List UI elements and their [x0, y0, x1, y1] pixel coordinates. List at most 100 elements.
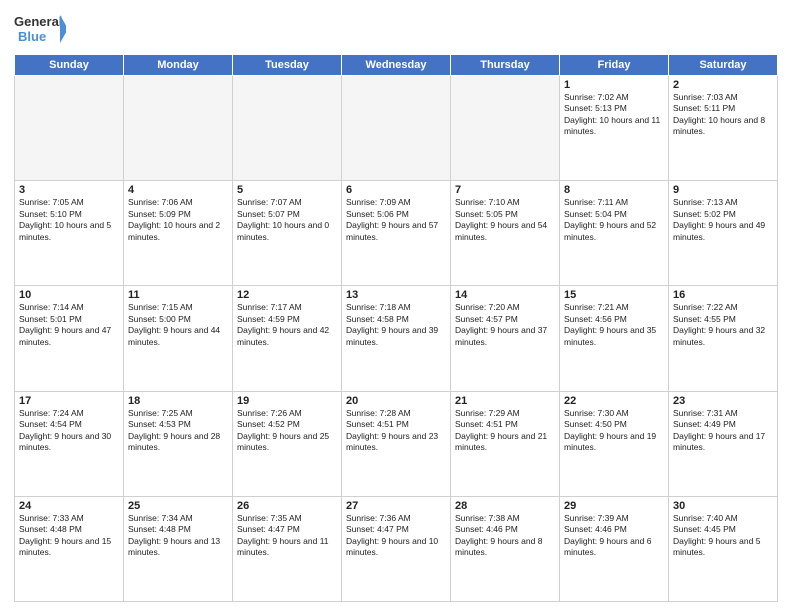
calendar-week-1: 1Sunrise: 7:02 AM Sunset: 5:13 PM Daylig…: [15, 76, 778, 181]
calendar-cell: 7Sunrise: 7:10 AM Sunset: 5:05 PM Daylig…: [451, 181, 560, 286]
day-number: 30: [673, 500, 773, 512]
day-info: Sunrise: 7:06 AM Sunset: 5:09 PM Dayligh…: [128, 197, 228, 243]
weekday-header-thursday: Thursday: [451, 55, 560, 76]
calendar-cell: 15Sunrise: 7:21 AM Sunset: 4:56 PM Dayli…: [560, 286, 669, 391]
day-number: 12: [237, 289, 337, 301]
day-info: Sunrise: 7:18 AM Sunset: 4:58 PM Dayligh…: [346, 302, 446, 348]
calendar-cell: 11Sunrise: 7:15 AM Sunset: 5:00 PM Dayli…: [124, 286, 233, 391]
day-number: 10: [19, 289, 119, 301]
day-info: Sunrise: 7:39 AM Sunset: 4:46 PM Dayligh…: [564, 513, 664, 559]
calendar-cell: 27Sunrise: 7:36 AM Sunset: 4:47 PM Dayli…: [342, 496, 451, 601]
day-number: 2: [673, 79, 773, 91]
day-info: Sunrise: 7:31 AM Sunset: 4:49 PM Dayligh…: [673, 408, 773, 454]
day-number: 9: [673, 184, 773, 196]
weekday-header-row: SundayMondayTuesdayWednesdayThursdayFrid…: [15, 55, 778, 76]
day-number: 1: [564, 79, 664, 91]
calendar-cell: 22Sunrise: 7:30 AM Sunset: 4:50 PM Dayli…: [560, 391, 669, 496]
weekday-header-monday: Monday: [124, 55, 233, 76]
day-info: Sunrise: 7:34 AM Sunset: 4:48 PM Dayligh…: [128, 513, 228, 559]
header: General Blue: [14, 10, 778, 48]
day-info: Sunrise: 7:28 AM Sunset: 4:51 PM Dayligh…: [346, 408, 446, 454]
day-number: 7: [455, 184, 555, 196]
calendar-cell: 9Sunrise: 7:13 AM Sunset: 5:02 PM Daylig…: [669, 181, 778, 286]
calendar-table: SundayMondayTuesdayWednesdayThursdayFrid…: [14, 54, 778, 602]
calendar-cell: 29Sunrise: 7:39 AM Sunset: 4:46 PM Dayli…: [560, 496, 669, 601]
calendar-cell: 23Sunrise: 7:31 AM Sunset: 4:49 PM Dayli…: [669, 391, 778, 496]
day-info: Sunrise: 7:02 AM Sunset: 5:13 PM Dayligh…: [564, 92, 664, 138]
day-info: Sunrise: 7:13 AM Sunset: 5:02 PM Dayligh…: [673, 197, 773, 243]
calendar-cell: 16Sunrise: 7:22 AM Sunset: 4:55 PM Dayli…: [669, 286, 778, 391]
day-number: 25: [128, 500, 228, 512]
day-number: 3: [19, 184, 119, 196]
weekday-header-friday: Friday: [560, 55, 669, 76]
svg-text:General: General: [14, 14, 62, 29]
calendar-cell: 28Sunrise: 7:38 AM Sunset: 4:46 PM Dayli…: [451, 496, 560, 601]
calendar-week-4: 17Sunrise: 7:24 AM Sunset: 4:54 PM Dayli…: [15, 391, 778, 496]
logo-area: General Blue: [14, 10, 66, 48]
day-info: Sunrise: 7:36 AM Sunset: 4:47 PM Dayligh…: [346, 513, 446, 559]
day-number: 14: [455, 289, 555, 301]
day-info: Sunrise: 7:29 AM Sunset: 4:51 PM Dayligh…: [455, 408, 555, 454]
day-info: Sunrise: 7:33 AM Sunset: 4:48 PM Dayligh…: [19, 513, 119, 559]
calendar-cell: 24Sunrise: 7:33 AM Sunset: 4:48 PM Dayli…: [15, 496, 124, 601]
day-number: 21: [455, 395, 555, 407]
day-info: Sunrise: 7:35 AM Sunset: 4:47 PM Dayligh…: [237, 513, 337, 559]
day-info: Sunrise: 7:03 AM Sunset: 5:11 PM Dayligh…: [673, 92, 773, 138]
logo-text: General Blue: [14, 10, 66, 48]
calendar-cell: [342, 76, 451, 181]
day-number: 18: [128, 395, 228, 407]
calendar-cell: 14Sunrise: 7:20 AM Sunset: 4:57 PM Dayli…: [451, 286, 560, 391]
calendar-cell: [15, 76, 124, 181]
calendar-cell: 6Sunrise: 7:09 AM Sunset: 5:06 PM Daylig…: [342, 181, 451, 286]
weekday-header-sunday: Sunday: [15, 55, 124, 76]
day-info: Sunrise: 7:25 AM Sunset: 4:53 PM Dayligh…: [128, 408, 228, 454]
day-number: 23: [673, 395, 773, 407]
calendar-cell: 21Sunrise: 7:29 AM Sunset: 4:51 PM Dayli…: [451, 391, 560, 496]
calendar-week-3: 10Sunrise: 7:14 AM Sunset: 5:01 PM Dayli…: [15, 286, 778, 391]
day-info: Sunrise: 7:21 AM Sunset: 4:56 PM Dayligh…: [564, 302, 664, 348]
day-info: Sunrise: 7:30 AM Sunset: 4:50 PM Dayligh…: [564, 408, 664, 454]
day-info: Sunrise: 7:11 AM Sunset: 5:04 PM Dayligh…: [564, 197, 664, 243]
calendar-cell: 10Sunrise: 7:14 AM Sunset: 5:01 PM Dayli…: [15, 286, 124, 391]
calendar-week-5: 24Sunrise: 7:33 AM Sunset: 4:48 PM Dayli…: [15, 496, 778, 601]
day-info: Sunrise: 7:15 AM Sunset: 5:00 PM Dayligh…: [128, 302, 228, 348]
calendar-cell: [451, 76, 560, 181]
page: General Blue SundayMondayTuesdayWednesda…: [0, 0, 792, 612]
day-info: Sunrise: 7:20 AM Sunset: 4:57 PM Dayligh…: [455, 302, 555, 348]
day-number: 11: [128, 289, 228, 301]
day-info: Sunrise: 7:26 AM Sunset: 4:52 PM Dayligh…: [237, 408, 337, 454]
day-number: 22: [564, 395, 664, 407]
day-info: Sunrise: 7:05 AM Sunset: 5:10 PM Dayligh…: [19, 197, 119, 243]
weekday-header-wednesday: Wednesday: [342, 55, 451, 76]
calendar-cell: 17Sunrise: 7:24 AM Sunset: 4:54 PM Dayli…: [15, 391, 124, 496]
day-number: 26: [237, 500, 337, 512]
day-number: 29: [564, 500, 664, 512]
logo-svg: General Blue: [14, 10, 66, 48]
weekday-header-saturday: Saturday: [669, 55, 778, 76]
calendar-cell: 5Sunrise: 7:07 AM Sunset: 5:07 PM Daylig…: [233, 181, 342, 286]
day-number: 6: [346, 184, 446, 196]
calendar-cell: 12Sunrise: 7:17 AM Sunset: 4:59 PM Dayli…: [233, 286, 342, 391]
day-info: Sunrise: 7:07 AM Sunset: 5:07 PM Dayligh…: [237, 197, 337, 243]
day-number: 8: [564, 184, 664, 196]
calendar-cell: 8Sunrise: 7:11 AM Sunset: 5:04 PM Daylig…: [560, 181, 669, 286]
day-number: 13: [346, 289, 446, 301]
day-number: 5: [237, 184, 337, 196]
calendar-cell: 19Sunrise: 7:26 AM Sunset: 4:52 PM Dayli…: [233, 391, 342, 496]
day-number: 4: [128, 184, 228, 196]
calendar-cell: [124, 76, 233, 181]
day-number: 16: [673, 289, 773, 301]
calendar-cell: 20Sunrise: 7:28 AM Sunset: 4:51 PM Dayli…: [342, 391, 451, 496]
calendar-cell: 30Sunrise: 7:40 AM Sunset: 4:45 PM Dayli…: [669, 496, 778, 601]
calendar-cell: 25Sunrise: 7:34 AM Sunset: 4:48 PM Dayli…: [124, 496, 233, 601]
calendar-cell: 18Sunrise: 7:25 AM Sunset: 4:53 PM Dayli…: [124, 391, 233, 496]
day-info: Sunrise: 7:10 AM Sunset: 5:05 PM Dayligh…: [455, 197, 555, 243]
day-number: 15: [564, 289, 664, 301]
calendar-week-2: 3Sunrise: 7:05 AM Sunset: 5:10 PM Daylig…: [15, 181, 778, 286]
day-info: Sunrise: 7:14 AM Sunset: 5:01 PM Dayligh…: [19, 302, 119, 348]
day-number: 24: [19, 500, 119, 512]
day-number: 17: [19, 395, 119, 407]
day-info: Sunrise: 7:38 AM Sunset: 4:46 PM Dayligh…: [455, 513, 555, 559]
day-info: Sunrise: 7:40 AM Sunset: 4:45 PM Dayligh…: [673, 513, 773, 559]
svg-text:Blue: Blue: [18, 29, 46, 44]
